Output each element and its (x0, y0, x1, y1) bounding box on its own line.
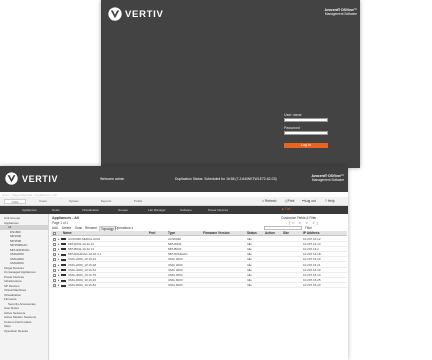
col-name[interactable]: Name (63, 231, 72, 236)
help-icon: ? (325, 199, 327, 203)
tab-profile[interactable]: Profile (126, 199, 150, 204)
cell-ip: 10.207.16.23 (303, 283, 321, 288)
vertiv-logo-icon (108, 7, 122, 21)
refresh-icon: □ (262, 199, 264, 203)
main-window: VERTIV Welcome admin Duplication Status:… (0, 166, 348, 360)
col-site[interactable]: Site (283, 231, 289, 236)
subtab-virtualization[interactable]: Virtualization (82, 206, 99, 214)
password-input[interactable] (284, 131, 328, 135)
appliance-icon (61, 284, 66, 287)
content-panel: ▲ Del Appliances - All Customize Fields … (49, 207, 348, 360)
col-status[interactable]: Status (247, 231, 257, 236)
tab-users[interactable]: Users (32, 199, 54, 204)
brand-name: VERTIV (125, 9, 164, 20)
appliance-icon (61, 264, 66, 266)
page-buttons[interactable]: |< < > >| (289, 221, 320, 225)
appliance-icon (61, 243, 66, 246)
appliance-icon (61, 279, 66, 282)
chevron-down-icon: ▾ (131, 226, 134, 230)
login-button[interactable]: Log In (284, 143, 328, 148)
pager: Page 1 of 1 (52, 221, 69, 225)
select-all-checkbox[interactable] (53, 232, 56, 236)
sub-nav: Appliances Hosts Virtualization Groups L… (0, 206, 348, 214)
appliance-icon (61, 238, 66, 240)
row-checkbox[interactable] (53, 279, 56, 283)
col-type[interactable]: Type (168, 231, 175, 236)
filter-button[interactable]: Filter (305, 226, 312, 230)
cell-type: UMG 6000 (168, 283, 183, 288)
row-checkbox[interactable] (53, 248, 56, 252)
cell-status: Idle (247, 283, 252, 288)
expand-icon[interactable]: ▸ (58, 283, 60, 288)
appliance-icon (61, 274, 66, 277)
tab-system[interactable]: System (62, 199, 86, 204)
row-checkbox[interactable] (53, 263, 56, 267)
username-label: User name (284, 113, 302, 117)
subtab-hosts[interactable]: Hosts (52, 206, 60, 214)
tab-units[interactable]: Units (4, 199, 26, 204)
username-input[interactable] (284, 118, 328, 122)
logout-button[interactable]: ↦Log out (302, 199, 316, 204)
appliance-icon (61, 258, 66, 261)
app-header: VERTIV Welcome admin Duplication Status:… (0, 166, 348, 192)
scan-button[interactable]: Scan (75, 226, 82, 230)
warning-icon: ▲ (281, 207, 285, 211)
cell-name[interactable]: UMG-6000_10.16.84 (68, 283, 96, 288)
rename-button[interactable]: Rename (85, 226, 97, 230)
col-port[interactable]: Port (149, 231, 155, 236)
sidebar-item[interactable]: Operation Results (0, 329, 49, 334)
row-checkbox[interactable] (53, 258, 56, 262)
welcome-text: Welcome admin (100, 177, 125, 181)
subtab-power-devices[interactable]: Power Devices (208, 206, 228, 214)
page-title: Appliances - All (52, 216, 79, 220)
row-checkbox[interactable] (53, 268, 56, 272)
tab-reports[interactable]: Reports (94, 199, 118, 204)
help-button[interactable]: ? Help (325, 199, 335, 204)
col-ip[interactable]: IP Address (303, 231, 319, 236)
row-checkbox[interactable] (53, 242, 56, 246)
product-title: Avocent® DSView™ Management Software (311, 174, 344, 182)
row-checkbox[interactable] (53, 274, 56, 278)
row-checkbox[interactable] (53, 237, 56, 241)
appliance-icon (61, 248, 66, 251)
subtab-appliances[interactable]: Appliances (22, 206, 37, 214)
subtab-groups[interactable]: Groups (118, 206, 128, 214)
col-firmware[interactable]: Firmware Version (203, 231, 230, 236)
filter-input[interactable] (264, 226, 302, 230)
print-button[interactable]: ⎙Print (285, 199, 294, 204)
appliance-icon (61, 269, 66, 272)
col-action[interactable]: Action (265, 231, 275, 236)
table-row[interactable]: ▸ UMG-6000_10.16.84 UMG 6000 Idle 10.207.16.… (51, 283, 347, 289)
login-window: VERTIV Avocent® DSView™ Management Softwa… (101, 0, 360, 168)
alert-badge[interactable]: ▲ Del (281, 207, 290, 211)
delete-button[interactable]: Delete (62, 226, 71, 230)
top-nav: Units Users System Reports Profile □ Ref… (0, 197, 348, 206)
brand-name: VERTIV (22, 174, 59, 184)
duplication-status: Duplication Status: Scheduled for 16:58 … (175, 177, 277, 181)
password-label: Password (284, 126, 300, 130)
subtab-software[interactable]: Software (180, 206, 192, 214)
table-header: Name Port Type Firmware Version Status A… (51, 231, 347, 236)
add-button[interactable]: Add (52, 226, 58, 230)
appliance-icon (61, 253, 66, 256)
sidebar: Unit Groups Appliances All DS1800 MP1000… (0, 214, 49, 360)
subtab-lab-manager[interactable]: Lab Manager (148, 206, 166, 214)
product-title: Avocent® DSView™ Management Software (324, 8, 357, 16)
row-checkbox[interactable] (53, 253, 56, 257)
refresh-button[interactable]: □ Refresh (262, 199, 276, 204)
customize-link[interactable]: Customize Fields & Filter (281, 216, 316, 220)
vertiv-logo-icon (5, 172, 18, 185)
operations-button[interactable]: Operations ▾ (115, 226, 133, 230)
row-checkbox[interactable] (53, 284, 56, 288)
